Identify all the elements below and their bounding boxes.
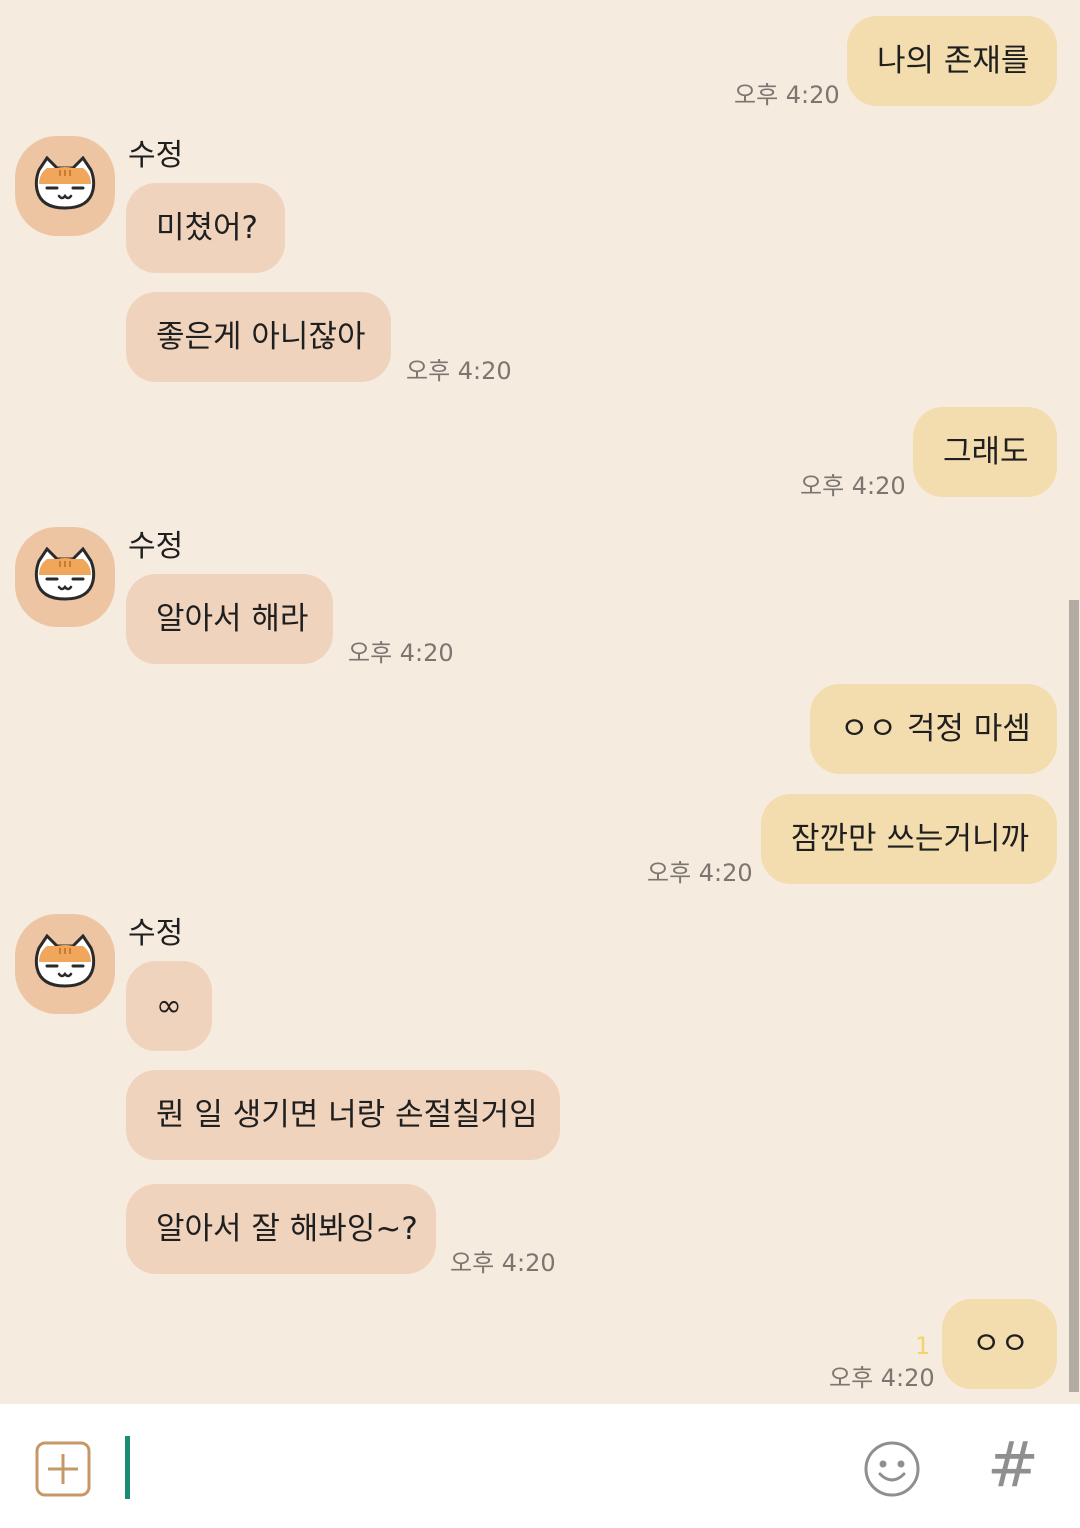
their-message-bubble[interactable]: 미쳤어? xyxy=(126,183,285,273)
cat-face-icon xyxy=(34,156,96,210)
their-message-bubble[interactable]: 알아서 잘 해봐잉~? xyxy=(126,1184,436,1274)
message-time: 오후 4:20 xyxy=(406,357,512,385)
message-text: 그래도 xyxy=(943,434,1029,470)
message-text: ∞ xyxy=(156,988,182,1024)
avatar[interactable] xyxy=(15,527,115,627)
sender-name: 수정 xyxy=(128,529,184,564)
sender-name: 수정 xyxy=(128,138,184,173)
message-time: 오후 4:20 xyxy=(800,472,906,500)
cat-face-icon xyxy=(34,547,96,601)
their-message-bubble[interactable]: 좋은게 아니잖아 xyxy=(126,292,391,382)
avatar[interactable] xyxy=(15,136,115,236)
their-message-bubble[interactable]: 알아서 해라 xyxy=(126,574,333,664)
message-time: 오후 4:20 xyxy=(734,81,840,109)
message-text: 알아서 잘 해봐잉~? xyxy=(156,1211,418,1247)
message-text: 미쳤어? xyxy=(156,210,259,246)
scrollbar[interactable] xyxy=(1069,600,1079,1392)
unread-count: 1 xyxy=(915,1332,931,1360)
message-text: ㅇㅇ 걱정 마셈 xyxy=(840,711,1031,747)
my-message-bubble[interactable]: 잠깐만 쓰는거니까 xyxy=(761,794,1057,884)
sender-name: 수정 xyxy=(128,916,184,951)
avatar[interactable] xyxy=(15,914,115,1014)
message-text: 나의 존재를 xyxy=(877,43,1030,79)
my-message-bubble[interactable]: ㅇㅇ 걱정 마셈 xyxy=(810,684,1057,774)
message-input[interactable] xyxy=(130,1424,830,1514)
message-text: 뭔 일 생기면 너랑 손절칠거임 xyxy=(156,1097,538,1133)
message-text: 알아서 해라 xyxy=(156,601,309,637)
message-text: 좋은게 아니잖아 xyxy=(156,319,366,355)
my-message-bubble[interactable]: 그래도 xyxy=(913,407,1057,497)
message-text: ㅇㅇ xyxy=(972,1326,1030,1362)
message-composer: # xyxy=(0,1404,1080,1528)
message-time: 오후 4:20 xyxy=(829,1364,935,1392)
plus-square-icon[interactable] xyxy=(35,1441,91,1497)
message-time: 오후 4:20 xyxy=(647,859,753,887)
cat-face-icon xyxy=(34,934,96,988)
their-message-bubble[interactable]: 뭔 일 생기면 너랑 손절칠거임 xyxy=(126,1070,560,1160)
smiley-icon[interactable] xyxy=(863,1440,921,1498)
message-time: 오후 4:20 xyxy=(450,1249,556,1277)
my-message-bubble[interactable]: ㅇㅇ xyxy=(942,1299,1057,1389)
message-text: 잠깐만 쓰는거니까 xyxy=(791,821,1030,857)
message-time: 오후 4:20 xyxy=(348,639,454,667)
their-message-bubble[interactable]: ∞ xyxy=(126,961,212,1051)
hash-icon[interactable]: # xyxy=(983,1430,1043,1500)
my-message-bubble[interactable]: 나의 존재를 xyxy=(847,16,1057,106)
